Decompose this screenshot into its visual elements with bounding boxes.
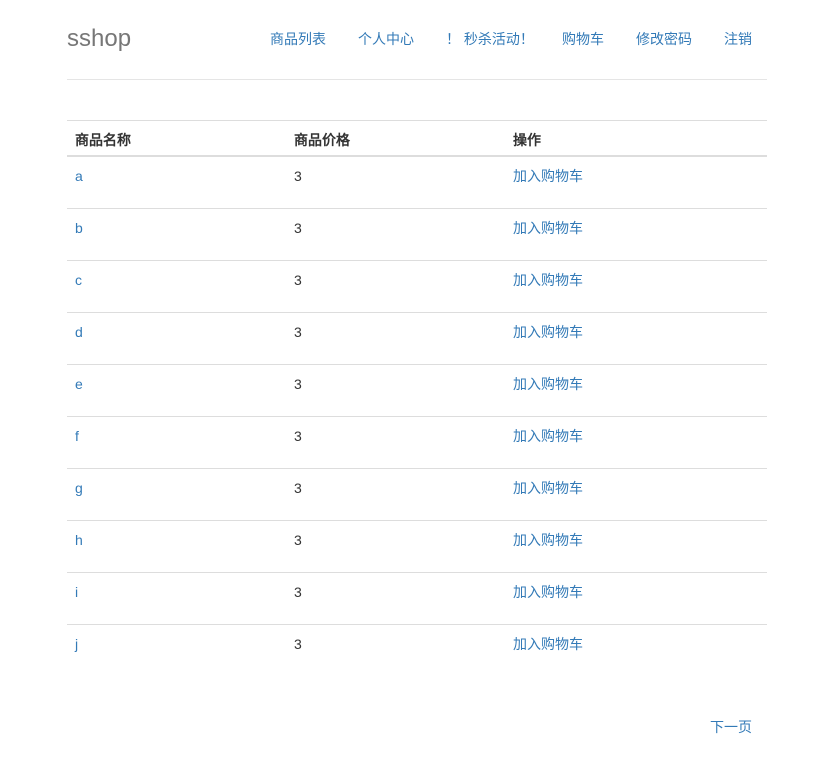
product-name-link[interactable]: a [75,167,83,185]
table-row: d 3 加入购物车 [67,313,767,365]
table-row: g 3 加入购物车 [67,469,767,521]
product-price: 3 [294,168,302,184]
add-to-cart-link[interactable]: 加入购物车 [513,167,583,185]
table-row: b 3 加入购物车 [67,209,767,261]
nav-item-product-list[interactable]: 商品列表 [270,30,326,48]
table-row: j 3 加入购物车 [67,625,767,677]
table-row: i 3 加入购物车 [67,573,767,625]
nav-item-user-center[interactable]: 个人中心 [358,30,414,48]
product-price: 3 [294,584,302,600]
add-to-cart-link[interactable]: 加入购物车 [513,219,583,237]
table-row: h 3 加入购物车 [67,521,767,573]
add-to-cart-link[interactable]: 加入购物车 [513,583,583,601]
nav-item-change-password[interactable]: 修改密码 [636,30,692,48]
column-header-name: 商品名称 [75,132,131,148]
add-to-cart-link[interactable]: 加入购物车 [513,375,583,393]
site-header: sshop 商品列表 个人中心 ！ 秒杀活动！ 购物车 修改密码 注销 [67,0,767,80]
table-row: a 3 加入购物车 [67,157,767,209]
next-page-link[interactable]: 下一页 [710,718,752,736]
add-to-cart-link[interactable]: 加入购物车 [513,531,583,549]
column-header-price: 商品价格 [294,132,350,148]
product-name-link[interactable]: f [75,427,79,445]
product-name-link[interactable]: e [75,375,83,393]
product-price: 3 [294,480,302,496]
product-name-link[interactable]: g [75,479,83,497]
nav-item-cart[interactable]: 购物车 [562,30,604,48]
add-to-cart-link[interactable]: 加入购物车 [513,427,583,445]
product-price: 3 [294,636,302,652]
table-header-row: 商品名称 商品价格 操作 [67,120,767,157]
brand-logo[interactable]: sshop [67,24,131,54]
add-to-cart-link[interactable]: 加入购物车 [513,323,583,341]
product-price: 3 [294,324,302,340]
product-price: 3 [294,428,302,444]
add-to-cart-link[interactable]: 加入购物车 [513,479,583,497]
product-name-link[interactable]: h [75,531,83,549]
product-price: 3 [294,220,302,236]
product-name-link[interactable]: i [75,583,78,601]
table-row: c 3 加入购物车 [67,261,767,313]
product-name-link[interactable]: c [75,271,82,289]
product-price: 3 [294,376,302,392]
product-name-link[interactable]: d [75,323,83,341]
table-row: f 3 加入购物车 [67,417,767,469]
add-to-cart-link[interactable]: 加入购物车 [513,635,583,653]
nav-item-logout[interactable]: 注销 [724,30,752,48]
product-price: 3 [294,532,302,548]
table-row: e 3 加入购物车 [67,365,767,417]
product-name-link[interactable]: j [75,635,78,653]
product-name-link[interactable]: b [75,219,83,237]
nav-item-flash-sale[interactable]: ！ 秒杀活动！ [446,30,534,48]
column-header-action: 操作 [513,132,541,148]
product-price: 3 [294,272,302,288]
add-to-cart-link[interactable]: 加入购物车 [513,271,583,289]
